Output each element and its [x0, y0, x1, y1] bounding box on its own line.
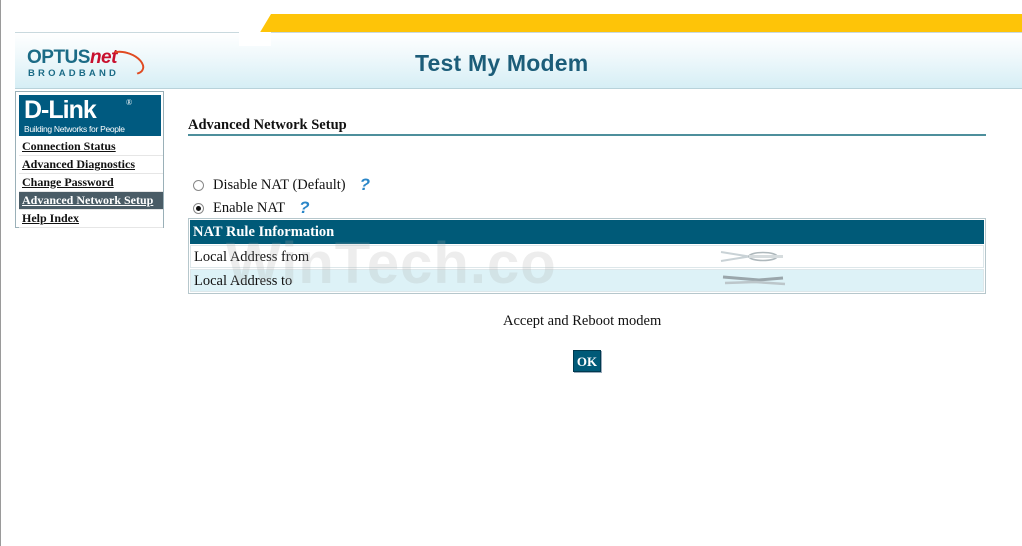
local-address-from-field[interactable] — [719, 250, 789, 263]
section-divider — [188, 134, 986, 136]
question-mark-icon[interactable]: ? — [299, 198, 309, 218]
enable-nat-radio[interactable] — [193, 202, 204, 214]
reboot-instruction: Accept and Reboot modem — [503, 313, 662, 329]
nat-rule-table: NAT Rule Information Local Address from … — [188, 218, 986, 294]
sidebar-item-help-index[interactable]: Help Index — [19, 210, 163, 228]
enable-nat-option[interactable]: Enable NAT ? — [193, 198, 309, 218]
header-notch — [239, 32, 271, 46]
optus-logo-text: OPTUS — [27, 47, 90, 68]
page-title: Test My Modem — [415, 50, 589, 76]
enable-nat-label: Enable NAT — [213, 199, 286, 216]
dlink-logo-reg: ® — [126, 98, 133, 107]
disable-nat-radio[interactable] — [193, 179, 204, 191]
sidebar-item-advanced-network-setup[interactable]: Advanced Network Setup — [19, 192, 163, 210]
disable-nat-option[interactable]: Disable NAT (Default) ? — [193, 175, 370, 195]
sidebar-item-advanced-diagnostics[interactable]: Advanced Diagnostics — [19, 156, 163, 174]
dlink-logo-tagline: Building Networks for People — [24, 124, 125, 134]
table-row: Local Address to — [190, 269, 984, 292]
section-title: Advanced Network Setup — [188, 117, 347, 133]
disable-nat-label: Disable NAT (Default) — [213, 176, 346, 193]
sidebar: D-Link ® Building Networks for People Co… — [15, 91, 164, 228]
question-mark-icon[interactable]: ? — [360, 175, 370, 195]
sidebar-item-connection-status[interactable]: Connection Status — [19, 138, 163, 156]
local-address-to-label: Local Address to — [194, 273, 293, 289]
ok-button[interactable]: OK — [573, 350, 601, 372]
local-address-from-label: Local Address from — [194, 249, 310, 265]
local-address-to-field[interactable] — [719, 274, 789, 287]
nat-table-header: NAT Rule Information — [190, 220, 984, 244]
sidebar-nav: Connection Status Advanced Diagnostics C… — [19, 138, 163, 228]
dlink-logo[interactable]: D-Link ® Building Networks for People — [19, 95, 161, 136]
optus-logo: OPTUSnet — [27, 48, 117, 68]
sidebar-item-change-password[interactable]: Change Password — [19, 174, 163, 192]
table-row: Local Address from — [190, 245, 984, 268]
dlink-logo-name: D-Link — [24, 96, 97, 124]
optus-logo-broadband: BROADBAND — [28, 68, 120, 79]
